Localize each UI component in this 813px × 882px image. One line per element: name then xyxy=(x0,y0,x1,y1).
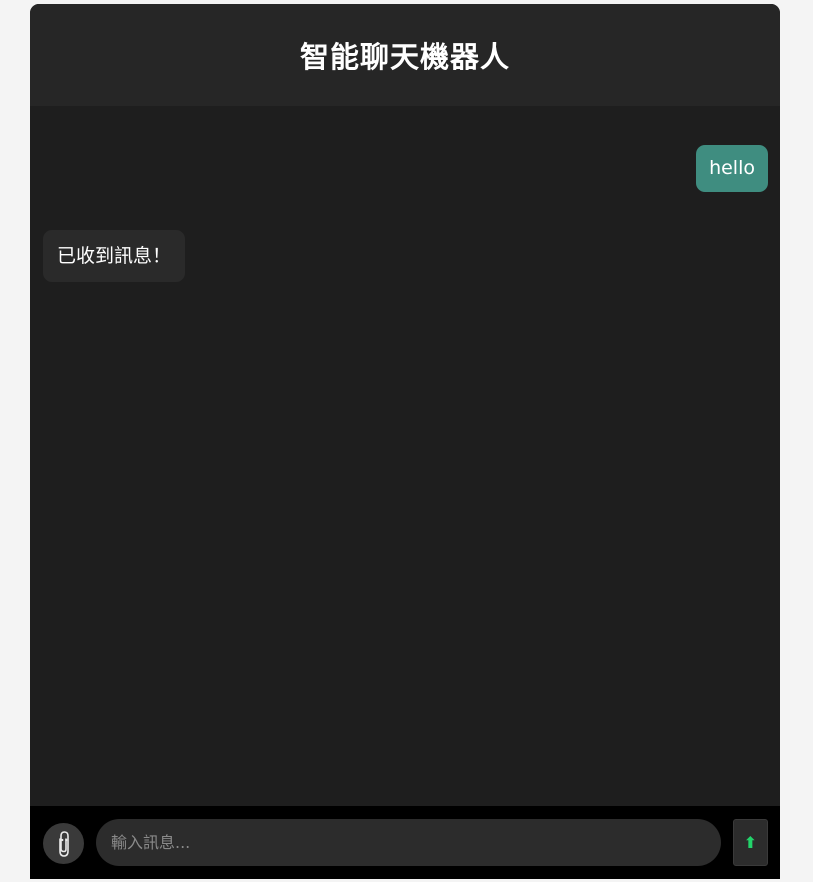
user-message-bubble: hello xyxy=(696,145,768,192)
message-input[interactable] xyxy=(96,819,721,866)
send-button[interactable]: ⬆ xyxy=(733,819,768,866)
up-arrow-icon: ⬆ xyxy=(743,833,758,852)
paperclip-icon xyxy=(58,830,69,857)
message-list: hello 已收到訊息！ xyxy=(30,106,780,806)
chat-window: 智能聊天機器人 hello 已收到訊息！ ⬆ xyxy=(30,4,780,879)
attach-button[interactable] xyxy=(43,823,84,864)
input-bar: ⬆ xyxy=(30,806,780,879)
chat-header: 智能聊天機器人 xyxy=(30,4,780,106)
page-title: 智能聊天機器人 xyxy=(299,40,510,74)
bot-message-bubble: 已收到訊息！ xyxy=(43,230,186,282)
